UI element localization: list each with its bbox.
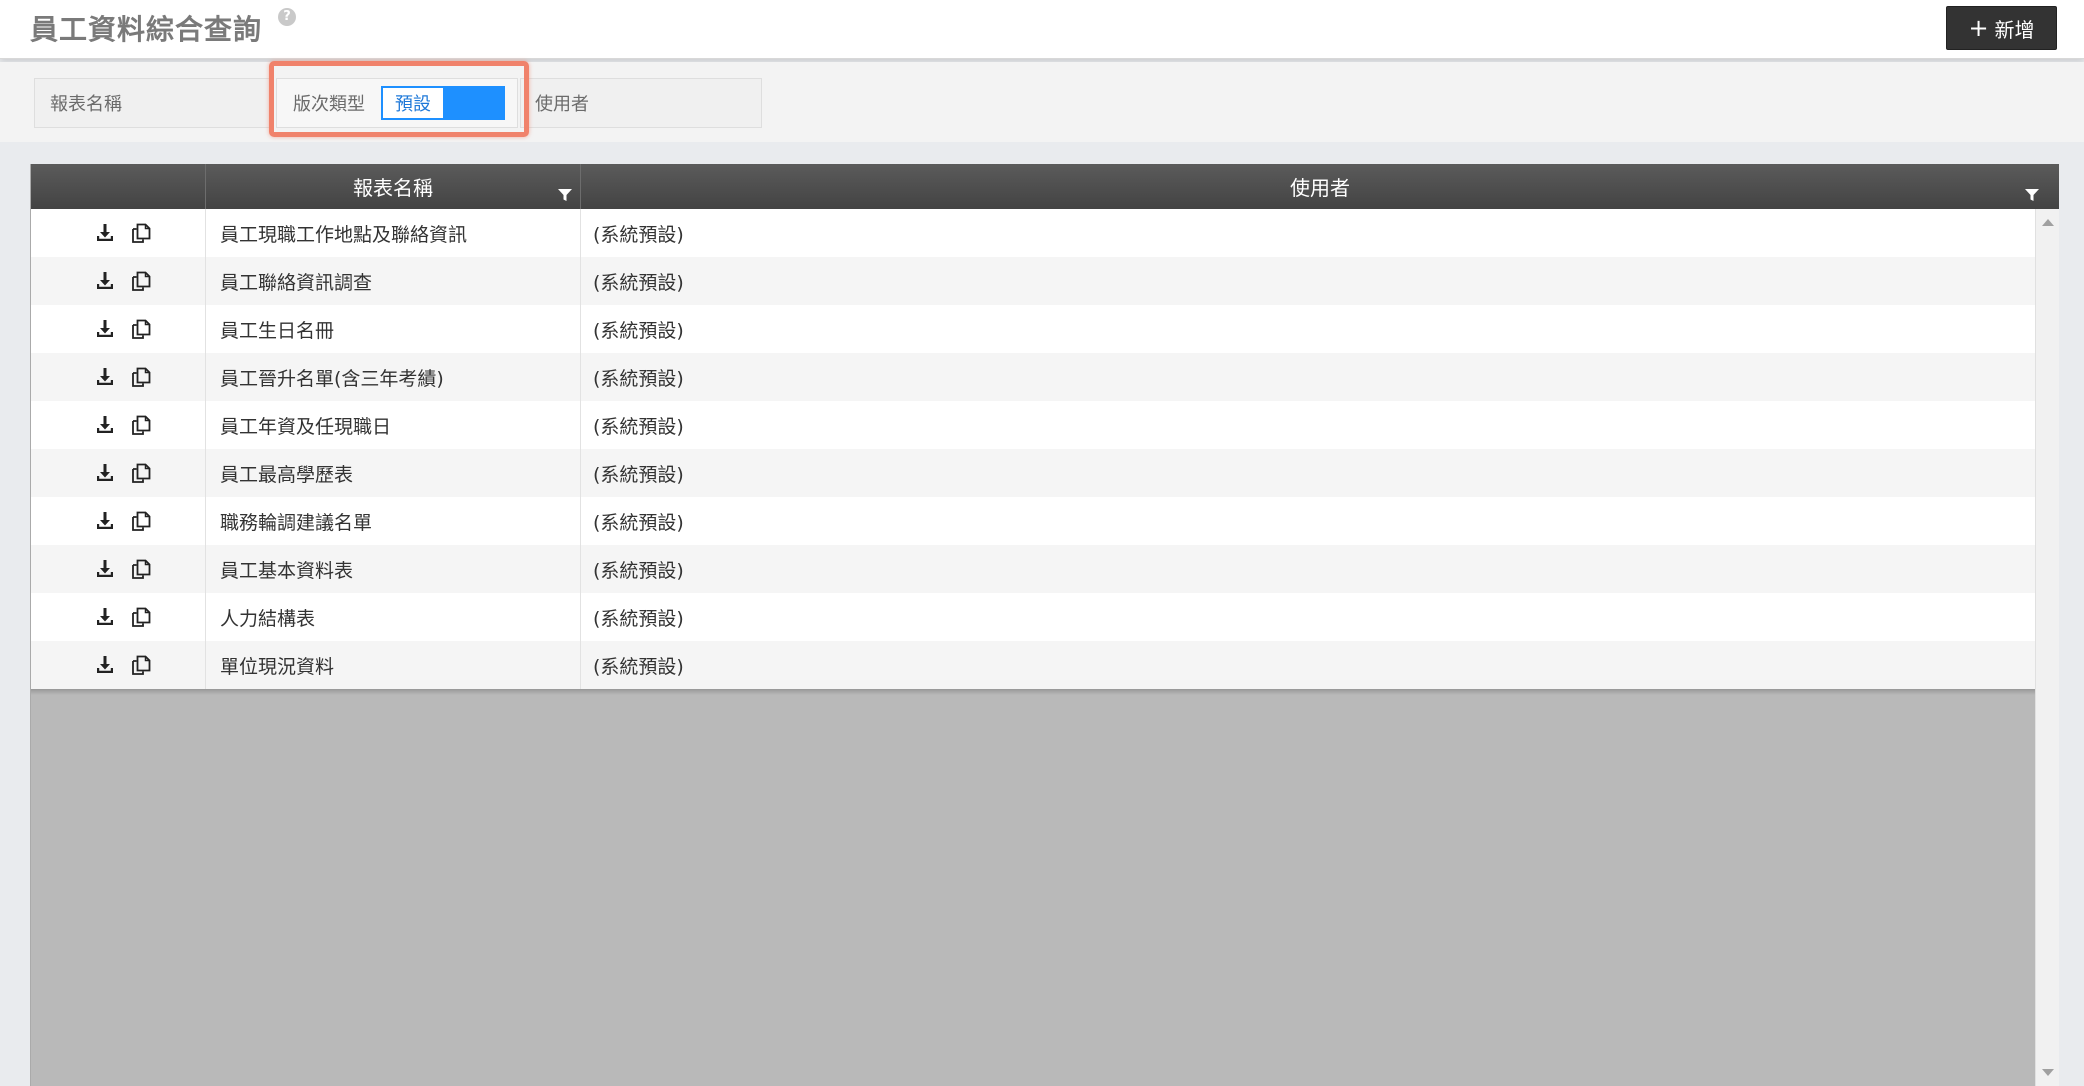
column-header-user[interactable]: 使用者 [581,164,2059,209]
download-icon[interactable] [94,270,116,292]
report-grid: 報表名稱 使用者 員工現職工作地點及聯絡資訊 (系統預設) 員工聯絡資訊調查 (… [30,164,2059,1086]
download-icon[interactable] [94,318,116,340]
filter-bar: 報表名稱 版次類型 預設 使用者 [0,62,2084,142]
version-type-filter-label: 版次類型 [293,94,365,115]
table-row[interactable]: 單位現況資料 (系統預設) [31,641,2035,689]
row-actions [31,305,206,353]
grid-body-shadow [31,689,2035,695]
row-actions [31,497,206,545]
column-header-user-label: 使用者 [1290,176,1350,200]
download-icon[interactable] [94,414,116,436]
grid-body: 員工現職工作地點及聯絡資訊 (系統預設) 員工聯絡資訊調查 (系統預設) 員工生… [31,209,2035,689]
row-actions [31,257,206,305]
scroll-up-icon[interactable] [2042,219,2054,226]
user-cell: (系統預設) [593,463,684,486]
add-button-label: 新增 [1994,17,2035,42]
version-type-toggle-track [443,88,503,118]
copy-icon[interactable] [130,318,152,340]
add-button[interactable]: + 新增 [1946,6,2057,50]
page-title: 員工資料綜合查詢 [30,13,263,46]
table-row[interactable]: 員工年資及任現職日 (系統預設) [31,401,2035,449]
copy-icon[interactable] [130,270,152,292]
user-cell: (系統預設) [593,367,684,390]
report-name-cell: 單位現況資料 [206,641,581,689]
download-icon[interactable] [94,222,116,244]
row-actions [31,545,206,593]
user-cell: (系統預設) [593,223,684,246]
copy-icon[interactable] [130,654,152,676]
user-cell: (系統預設) [593,559,684,582]
question-circle-icon[interactable]: ? [278,8,296,26]
report-name-cell: 員工年資及任現職日 [206,401,581,449]
vertical-scrollbar[interactable] [2035,209,2059,1086]
user-cell: (系統預設) [593,271,684,294]
report-name-filter-label: 報表名稱 [50,94,122,115]
download-icon[interactable] [94,510,116,532]
user-filter-label: 使用者 [535,94,589,115]
report-name-cell: 員工最高學歷表 [206,449,581,497]
download-icon[interactable] [94,366,116,388]
copy-icon[interactable] [130,510,152,532]
copy-icon[interactable] [130,366,152,388]
copy-icon[interactable] [130,222,152,244]
report-name-cell: 員工現職工作地點及聯絡資訊 [206,209,581,257]
table-row[interactable]: 員工聯絡資訊調查 (系統預設) [31,257,2035,305]
copy-icon[interactable] [130,414,152,436]
table-row[interactable]: 員工生日名冊 (系統預設) [31,305,2035,353]
column-header-report-name[interactable]: 報表名稱 [206,164,581,209]
table-row[interactable]: 員工基本資料表 (系統預設) [31,545,2035,593]
copy-icon[interactable] [130,558,152,580]
table-row[interactable]: 人力結構表 (系統預設) [31,593,2035,641]
row-actions [31,593,206,641]
page-header: 員工資料綜合查詢 ? + 新增 [0,0,2084,59]
download-icon[interactable] [94,462,116,484]
table-row[interactable]: 員工最高學歷表 (系統預設) [31,449,2035,497]
scroll-down-icon[interactable] [2042,1069,2054,1076]
version-type-toggle-value: 預設 [383,88,443,118]
report-name-cell: 員工基本資料表 [206,545,581,593]
report-name-cell: 員工生日名冊 [206,305,581,353]
report-name-cell: 人力結構表 [206,593,581,641]
user-cell: (系統預設) [593,607,684,630]
table-row[interactable]: 員工晉升名單(含三年考績) (系統預設) [31,353,2035,401]
user-filter[interactable]: 使用者 [520,78,762,128]
copy-icon[interactable] [130,462,152,484]
download-icon[interactable] [94,654,116,676]
row-actions [31,401,206,449]
version-type-toggle[interactable]: 預設 [381,86,505,120]
user-cell: (系統預設) [593,319,684,342]
column-header-actions [31,164,206,209]
row-actions [31,449,206,497]
column-header-report-name-label: 報表名稱 [353,176,433,200]
filter-icon[interactable] [558,188,572,202]
table-row[interactable]: 員工現職工作地點及聯絡資訊 (系統預設) [31,209,2035,257]
user-cell: (系統預設) [593,511,684,534]
user-cell: (系統預設) [593,655,684,678]
download-icon[interactable] [94,558,116,580]
row-actions [31,209,206,257]
row-actions [31,641,206,689]
filter-icon[interactable] [2025,188,2039,202]
report-name-cell: 職務輪調建議名單 [206,497,581,545]
copy-icon[interactable] [130,606,152,628]
table-row[interactable]: 職務輪調建議名單 (系統預設) [31,497,2035,545]
grid-header: 報表名稱 使用者 [31,164,2059,209]
report-name-cell: 員工晉升名單(含三年考績) [206,353,581,401]
row-actions [31,353,206,401]
report-name-filter[interactable]: 報表名稱 [34,78,274,128]
user-cell: (系統預設) [593,415,684,438]
plus-icon: + [1968,14,1989,42]
version-type-filter: 版次類型 預設 [276,78,518,128]
download-icon[interactable] [94,606,116,628]
report-name-cell: 員工聯絡資訊調查 [206,257,581,305]
